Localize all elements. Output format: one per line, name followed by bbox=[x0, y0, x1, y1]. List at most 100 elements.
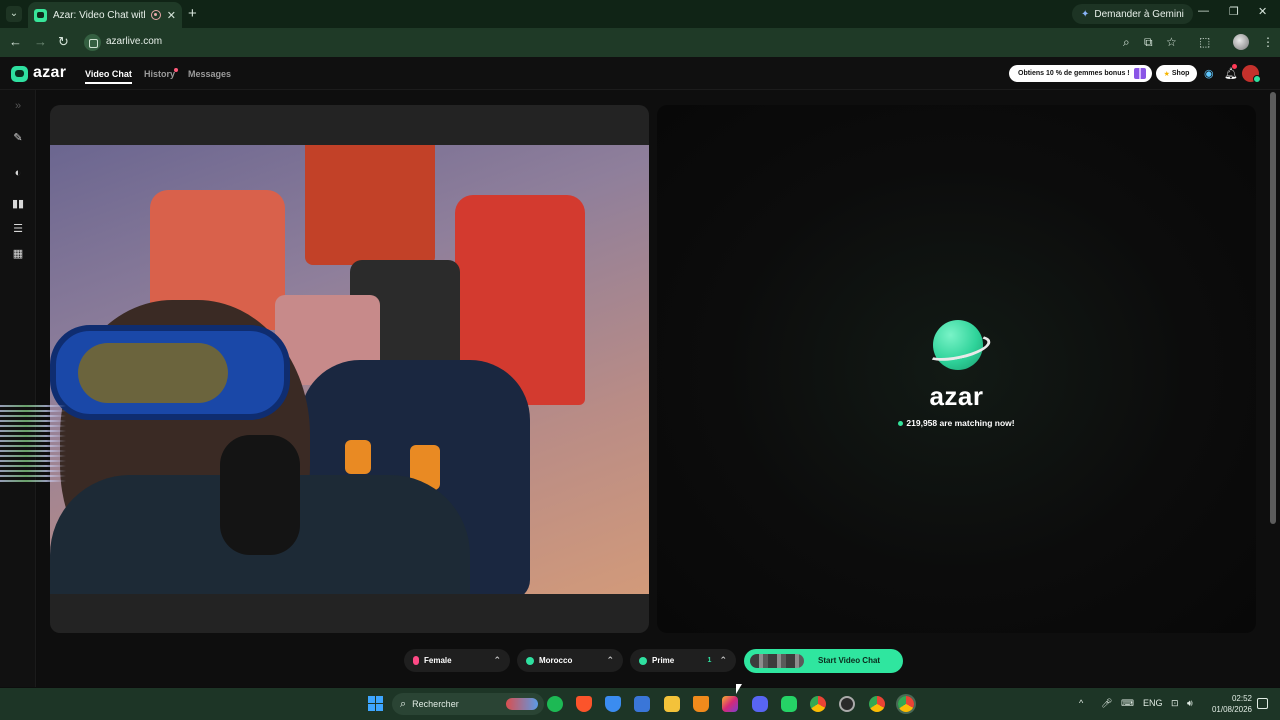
headphone bbox=[220, 435, 300, 555]
gems-promo-button[interactable]: Obtiens 10 % de gemmes bonus ! bbox=[1009, 65, 1152, 82]
gift-icon bbox=[1134, 68, 1146, 79]
self-camera-feed bbox=[50, 145, 649, 594]
overlay-line bbox=[0, 425, 66, 427]
menu-icon[interactable]: ⋮ bbox=[1262, 35, 1274, 49]
start-video-chat-button[interactable]: Start Video Chat bbox=[744, 649, 903, 673]
volume-icon[interactable]: 🔊︎ bbox=[1187, 698, 1193, 709]
back-icon[interactable]: ← bbox=[9, 34, 22, 49]
gender-label: Female bbox=[424, 656, 452, 665]
keyboard-icon[interactable]: ⌨ bbox=[1121, 698, 1134, 709]
windows-start-icon[interactable] bbox=[368, 696, 383, 711]
vlc-icon[interactable] bbox=[693, 696, 709, 712]
prime-filter[interactable]: Prime 1 ⌃ bbox=[630, 649, 736, 672]
windows-taskbar: ⌕ Rechercher ^ 🎤︎ ⌨ ENG ⊡ 🔊︎ 02:52 01/08… bbox=[0, 688, 1280, 720]
install-icon[interactable]: ⧉ bbox=[1144, 35, 1153, 50]
layout-grid-icon[interactable]: ▦ bbox=[10, 246, 26, 262]
partner-video-panel: azar 219,958 are matching now! bbox=[657, 105, 1256, 633]
address-bar[interactable]: azarlive.com bbox=[80, 31, 1192, 54]
notification-center-icon[interactable] bbox=[1257, 698, 1268, 709]
overlay-line bbox=[0, 405, 66, 407]
overlay-line bbox=[0, 445, 66, 447]
close-window-button[interactable]: ✕ bbox=[1258, 5, 1267, 18]
wall-shirt-orange bbox=[305, 145, 435, 265]
instagram-icon[interactable] bbox=[722, 696, 738, 712]
user-avatar[interactable] bbox=[1242, 65, 1261, 83]
recording-indicator-icon bbox=[150, 10, 161, 20]
mouse-cursor-icon bbox=[736, 684, 742, 694]
taskbar-search[interactable]: ⌕ Rechercher bbox=[392, 693, 544, 715]
store-icon[interactable] bbox=[634, 696, 650, 712]
shop-button[interactable]: ★ Shop bbox=[1156, 65, 1197, 82]
chevron-up-icon: ⌃ bbox=[719, 655, 727, 665]
ski-goggles bbox=[50, 325, 290, 420]
clock-time: 02:52 bbox=[1231, 694, 1252, 703]
system-clock[interactable]: 02:52 01/08/2026 bbox=[1206, 693, 1252, 715]
maximize-button[interactable]: ❐ bbox=[1229, 5, 1239, 18]
nav-messages[interactable]: Messages bbox=[188, 69, 231, 79]
goggles-lens bbox=[78, 343, 228, 403]
gemini-spark-icon: ✦ bbox=[1081, 8, 1090, 20]
nav-video-chat[interactable]: Video Chat bbox=[85, 69, 132, 84]
collapse-icon[interactable]: » bbox=[10, 98, 26, 114]
gender-pin-icon bbox=[413, 656, 419, 665]
online-dot-icon bbox=[898, 420, 904, 426]
reload-icon[interactable]: ↻ bbox=[58, 34, 69, 50]
self-video-panel bbox=[50, 105, 649, 633]
shop-label: Shop bbox=[1171, 70, 1190, 77]
site-info-icon[interactable] bbox=[84, 34, 101, 51]
new-tab-button[interactable]: + bbox=[188, 5, 197, 22]
azar-logo-icon[interactable] bbox=[11, 66, 28, 82]
microphone-icon[interactable]: 🎤︎ bbox=[1101, 698, 1112, 709]
layout-stack-icon[interactable]: ☰ bbox=[10, 221, 26, 237]
match-brand: azar bbox=[929, 381, 984, 411]
layout-side-icon[interactable]: ▮▮ bbox=[10, 196, 26, 212]
bell-icon[interactable]: 🔔︎ bbox=[1224, 67, 1238, 80]
history-notification-dot bbox=[174, 68, 178, 72]
magic-wand-icon[interactable]: ✎ bbox=[10, 130, 26, 146]
nav-history[interactable]: History bbox=[144, 69, 175, 79]
url-text: azarlive.com bbox=[106, 36, 163, 47]
chevron-up-icon: ⌃ bbox=[493, 655, 501, 665]
file-explorer-icon[interactable] bbox=[664, 696, 680, 712]
language-indicator[interactable]: ENG bbox=[1143, 698, 1163, 708]
spotify-icon[interactable] bbox=[547, 696, 563, 712]
ask-gemini-label: Demander à Gemini bbox=[1094, 8, 1184, 20]
matching-text: 219,958 are matching now! bbox=[906, 418, 1015, 428]
overlay-line bbox=[0, 430, 66, 432]
brave-icon[interactable] bbox=[576, 696, 592, 712]
bell-notification-dot bbox=[1232, 64, 1237, 69]
gender-filter[interactable]: Female ⌃ bbox=[404, 649, 510, 672]
overlay-line bbox=[0, 415, 66, 417]
browser-tab-azar[interactable]: Azar: Video Chat with New ✕ bbox=[28, 2, 182, 28]
steam-icon[interactable] bbox=[839, 696, 855, 712]
clock-date: 01/08/2026 bbox=[1211, 705, 1252, 714]
country-filter[interactable]: Morocco ⌃ bbox=[517, 649, 623, 672]
browser-toolbar: ← → ↻ azarlive.com ⌕ ⧉ ☆ ⬚ ⋮ bbox=[0, 28, 1280, 57]
extensions-icon[interactable]: ⬚ bbox=[1199, 35, 1210, 49]
tab-close-icon[interactable]: ✕ bbox=[167, 9, 176, 22]
browser-tab-bar: ⌄ Azar: Video Chat with New ✕ + ✦ Demand… bbox=[0, 0, 1280, 28]
filter-icon[interactable]: ◐ bbox=[10, 165, 26, 181]
page-scrollbar[interactable] bbox=[1270, 92, 1276, 524]
minimize-button[interactable]: — bbox=[1198, 5, 1209, 17]
security-shield-icon[interactable] bbox=[605, 696, 621, 712]
ask-gemini-button[interactable]: ✦ Demander à Gemini bbox=[1072, 4, 1193, 24]
video-chat-main: azar 219,958 are matching now! Female ⌃ … bbox=[37, 90, 1280, 687]
discord-icon[interactable] bbox=[752, 696, 768, 712]
profile-avatar[interactable] bbox=[1233, 34, 1249, 50]
azar-logo-text[interactable]: azar bbox=[33, 64, 66, 82]
bookmark-star-icon[interactable]: ☆ bbox=[1166, 35, 1177, 49]
chrome-profile-icon[interactable] bbox=[869, 696, 885, 712]
tray-expand-icon[interactable]: ^ bbox=[1079, 698, 1083, 708]
forward-icon[interactable]: → bbox=[34, 34, 47, 49]
chrome-active-icon[interactable] bbox=[898, 696, 914, 712]
zoom-icon[interactable]: ⌕ bbox=[1123, 35, 1130, 50]
overlay-line bbox=[0, 435, 66, 437]
chrome-icon[interactable] bbox=[810, 696, 826, 712]
chat-bubble-icon[interactable]: ◉ bbox=[1204, 67, 1214, 80]
matching-avatars bbox=[750, 654, 804, 668]
whatsapp-icon[interactable] bbox=[781, 696, 797, 712]
tab-search-dropdown-icon[interactable]: ⌄ bbox=[6, 6, 22, 22]
network-icon[interactable]: ⊡ bbox=[1171, 698, 1179, 709]
chevron-up-icon: ⌃ bbox=[606, 655, 614, 665]
